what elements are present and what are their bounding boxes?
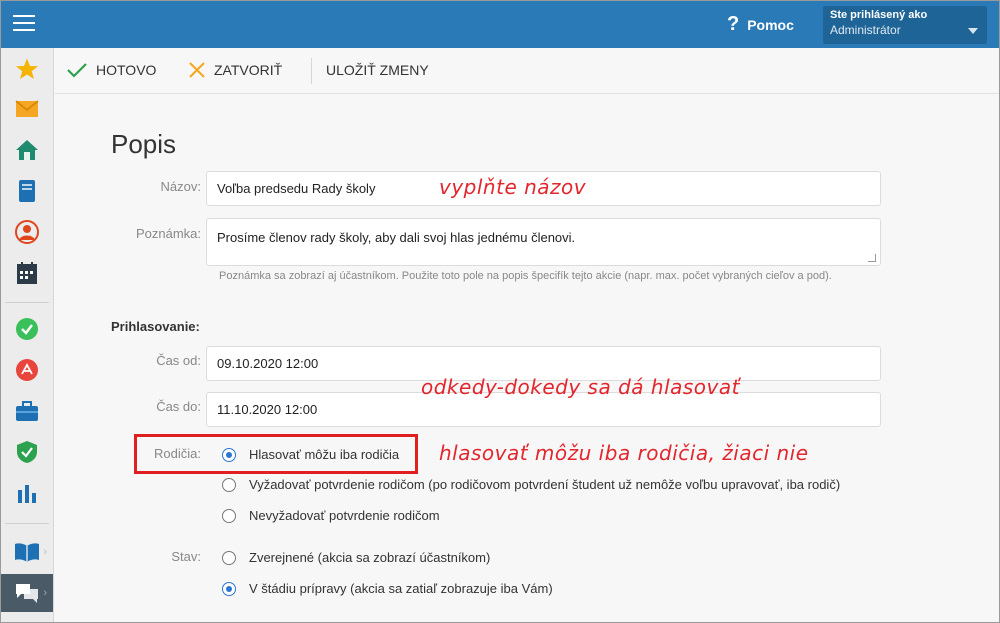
radio-button[interactable] <box>222 477 236 492</box>
note-hint: Poznámka sa zobrazí aj účastníkom. Použi… <box>219 270 832 282</box>
calendar-icon <box>17 262 37 284</box>
sidebar-item-calendar[interactable] <box>1 254 53 292</box>
check-badge-icon <box>16 318 38 340</box>
annotation-parents: hlasovať môžu iba rodičia, žiaci nie <box>439 441 809 465</box>
to-label: Čas do: <box>156 399 201 414</box>
highlight-box <box>134 434 418 474</box>
option-label: Nevyžadovať potvrdenie rodičom <box>249 508 440 523</box>
user-icon <box>15 220 39 244</box>
sidebar-divider <box>5 523 49 524</box>
sidebar-item-work[interactable] <box>1 392 53 430</box>
briefcase-icon <box>16 401 38 421</box>
close-button[interactable]: ZATVORIŤ <box>189 62 282 78</box>
menu-icon[interactable] <box>13 15 35 33</box>
sidebar-item-users[interactable] <box>1 213 53 251</box>
annotation-name: vyplňte názov <box>439 175 587 199</box>
check-icon <box>67 63 87 78</box>
save-button[interactable]: ULOŽIŤ ZMENY <box>326 62 429 78</box>
sidebar-item-library[interactable]: › <box>1 533 53 571</box>
close-icon <box>189 62 205 78</box>
option-label: Vyžadovať potvrdenie rodičom (po rodičov… <box>249 477 841 492</box>
user-name: Administrátor <box>830 23 901 37</box>
app-window: ? Pomoc Ste prihlásený ako Administrátor <box>0 0 1000 623</box>
form-content: Popis Názov: Voľba predsedu Rady školy P… <box>55 95 999 622</box>
chevron-right-icon: › <box>43 546 47 558</box>
sidebar-item-chat[interactable]: › <box>1 574 53 612</box>
chat-icon <box>16 584 38 603</box>
from-label: Čas od: <box>156 353 201 368</box>
sidebar-item-signature[interactable] <box>1 351 53 389</box>
mail-icon <box>15 100 39 117</box>
help-button[interactable]: ? Pomoc <box>727 13 794 36</box>
toolbar-divider <box>311 58 312 84</box>
user-line1: Ste prihlásený ako <box>830 9 928 21</box>
chevron-down-icon <box>968 28 978 34</box>
radio-button[interactable] <box>222 550 236 565</box>
option-label: Zverejnené (akcia sa zobrazí účastníkom) <box>249 550 491 565</box>
toolbar: HOTOVO ZATVORIŤ ULOŽIŤ ZMENY <box>55 48 999 94</box>
sidebar-divider <box>5 302 49 303</box>
from-value: 09.10.2020 12:00 <box>217 356 319 371</box>
sidebar-item-notebook[interactable] <box>1 172 53 210</box>
status-option-published[interactable]: Zverejnené (akcia sa zobrazí účastníkom) <box>222 550 490 565</box>
annotation-time: odkedy-dokedy sa dá hlasovať <box>421 375 740 399</box>
star-icon <box>16 58 38 79</box>
sidebar-item-security[interactable] <box>1 433 53 471</box>
note-textarea[interactable]: Prosíme členov rady školy, aby dali svoj… <box>206 218 881 266</box>
radio-button[interactable] <box>222 508 236 523</box>
name-value: Voľba predsedu Rady školy <box>217 181 376 196</box>
sidebar-item-approved[interactable] <box>1 310 53 348</box>
sidebar-item-favorites[interactable] <box>1 50 53 88</box>
note-label: Poznámka: <box>135 226 201 241</box>
question-icon: ? <box>727 13 740 35</box>
page-title: Popis <box>111 129 177 159</box>
close-label: ZATVORIŤ <box>214 62 283 78</box>
note-value: Prosíme členov rady školy, aby dali svoj… <box>217 230 576 245</box>
bar-chart-icon <box>18 485 36 503</box>
parents-option-require-confirmation[interactable]: Vyžadovať potvrdenie rodičom (po rodičov… <box>222 477 840 492</box>
radio-button[interactable] <box>222 581 236 596</box>
parents-option-no-confirmation[interactable]: Nevyžadovať potvrdenie rodičom <box>222 508 440 523</box>
pen-icon <box>16 359 38 381</box>
sidebar-item-home[interactable] <box>1 131 53 169</box>
help-label: Pomoc <box>747 16 794 33</box>
chevron-right-icon: › <box>43 587 47 599</box>
sidebar-item-stats[interactable] <box>1 474 53 512</box>
signup-section-title: Prihlasovanie: <box>111 319 200 334</box>
shield-icon <box>17 441 37 463</box>
notebook-icon <box>19 180 35 202</box>
done-button[interactable]: HOTOVO <box>67 62 156 78</box>
status-option-draft[interactable]: V štádiu prípravy (akcia sa zatiaľ zobra… <box>222 581 553 596</box>
done-label: HOTOVO <box>96 62 157 78</box>
to-value: 11.10.2020 12:00 <box>217 402 318 417</box>
top-bar: ? Pomoc Ste prihlásený ako Administrátor <box>1 1 999 48</box>
resize-handle[interactable] <box>868 254 876 262</box>
sidebar-item-messages[interactable] <box>1 90 53 128</box>
home-icon <box>16 140 38 160</box>
status-label: Stav: <box>171 549 201 564</box>
option-label: V štádiu prípravy (akcia sa zatiaľ zobra… <box>249 581 553 596</box>
name-label: Názov: <box>160 179 201 194</box>
user-menu[interactable]: Ste prihlásený ako Administrátor <box>823 6 987 44</box>
sidebar: › › <box>1 48 54 622</box>
book-icon <box>15 543 39 562</box>
save-label: ULOŽIŤ ZMENY <box>326 62 429 78</box>
